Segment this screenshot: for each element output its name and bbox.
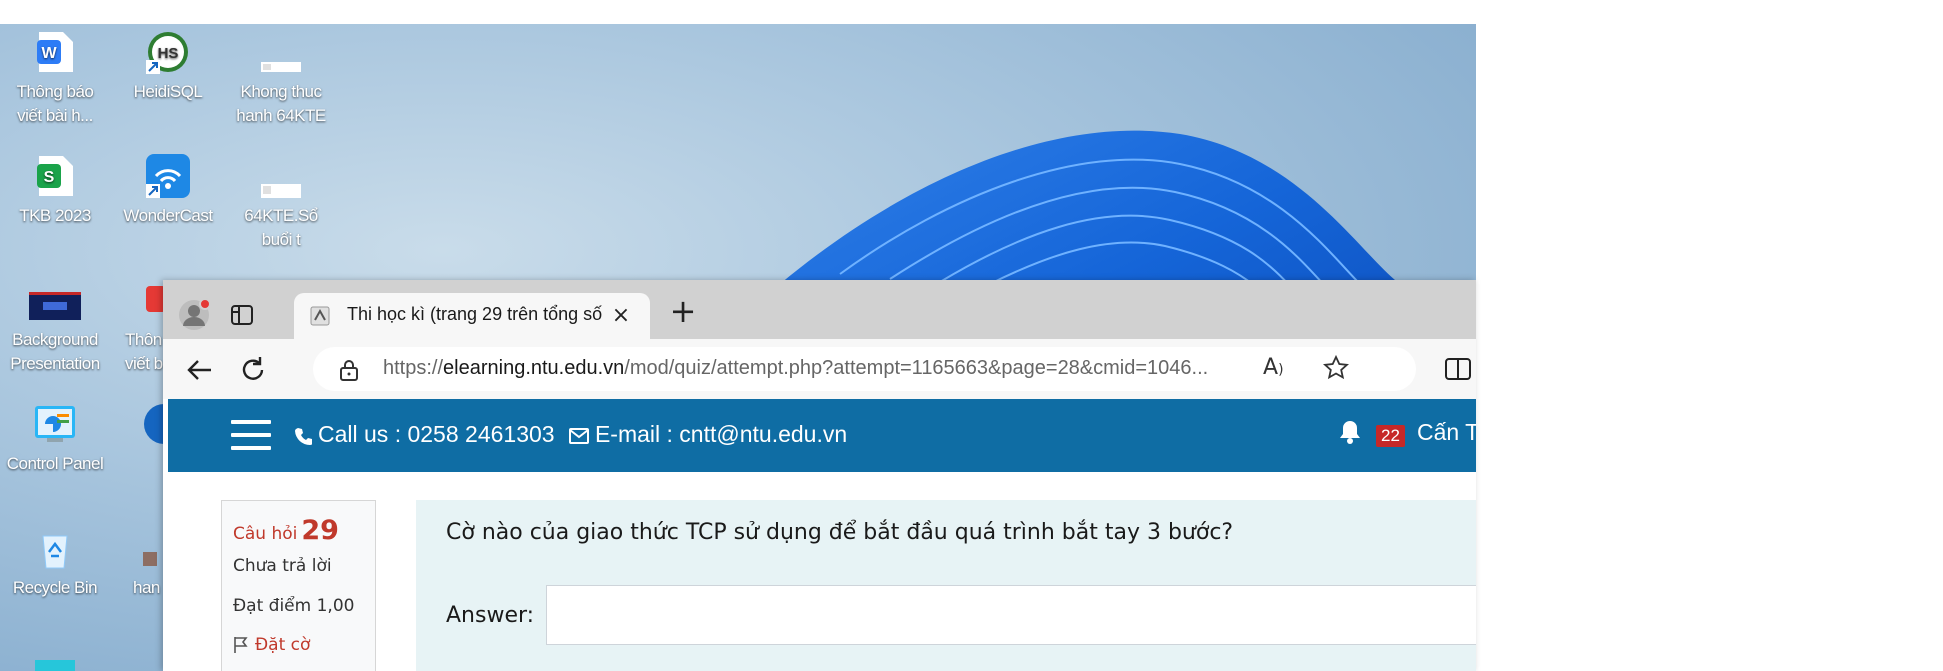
profile-avatar-icon [179, 298, 211, 330]
lock-icon [340, 360, 358, 381]
web-page: Call us : 0258 2461303 E-mail : cntt@ntu… [168, 399, 1476, 671]
phone-text: Call us : 0258 2461303 [318, 421, 555, 447]
url-text[interactable]: https://elearning.ntu.edu.vn/mod/quiz/at… [383, 357, 1283, 383]
desktop-icon-64kte[interactable]: 64KTE.Sổ buổi t [231, 148, 331, 252]
svg-text:S: S [44, 169, 55, 186]
desktop-icon-control-panel[interactable]: Control Panel [5, 396, 105, 476]
app-icon [141, 526, 165, 570]
heidisql-icon: HS [146, 30, 190, 74]
presentation-icon [29, 278, 81, 322]
document-icon [259, 30, 303, 74]
menu-icon[interactable] [231, 420, 271, 450]
question-grade: Đạt điểm 1,00 [233, 596, 355, 616]
email-text: E-mail : cntt@ntu.edu.vn [594, 421, 848, 447]
read-aloud-icon[interactable]: A) [1263, 355, 1284, 380]
desktop-icon-han[interactable]: han [125, 520, 165, 600]
question-text: Cờ nào của giao thức TCP sử dụng để bắt … [446, 520, 1234, 545]
address-bar[interactable]: https://elearning.ntu.edu.vn/mod/quiz/at… [313, 347, 1416, 391]
desktop-icon-recycle-bin[interactable]: Recycle Bin [5, 520, 105, 600]
question-number: 29 [301, 515, 339, 546]
favicon-icon [310, 306, 330, 326]
desktop-icon-background-presentation[interactable]: Background Presentation [5, 272, 105, 376]
desktop-icon-khong-thuc-hanh[interactable]: Khong thuc hanh 64KTE [231, 24, 331, 128]
app-icon [140, 402, 184, 446]
wps-writer-icon: W [33, 30, 77, 74]
browser-toolbar: https://elearning.ntu.edu.vn/mod/quiz/at… [163, 339, 1476, 399]
flag-question-link[interactable]: Đặt cờ [233, 635, 310, 655]
desktop-icon-thong-bao[interactable]: W Thông báo viết bài h... [5, 24, 105, 128]
control-panel-icon [33, 402, 77, 446]
desktop-icon-tkb-2023[interactable]: S TKB 2023 [5, 148, 105, 228]
phone-icon [295, 427, 312, 445]
back-button[interactable] [185, 355, 215, 385]
split-screen-icon [1445, 358, 1471, 380]
vertical-tabs-button[interactable] [229, 302, 255, 328]
question-number-label: Câu hỏi 29 [233, 515, 339, 546]
tab-actions-icon [231, 305, 253, 325]
refresh-button[interactable] [238, 355, 268, 385]
question-info-panel: Câu hỏi 29 Chưa trả lời Đạt điểm 1,00 Đặt… [221, 500, 376, 671]
envelope-icon [568, 427, 589, 444]
arrow-left-icon [187, 360, 211, 380]
tab-quiz[interactable]: Thi học kì (trang 29 trên tổng số × [294, 293, 650, 339]
contact-info: Call us : 0258 2461303 E-mail : cntt@ntu… [294, 421, 847, 448]
favorite-star-icon[interactable] [1323, 355, 1349, 381]
desktop-icon-bottom[interactable] [5, 644, 105, 671]
profile-button[interactable] [177, 298, 211, 332]
wondercast-icon [146, 154, 190, 198]
site-navbar: Call us : 0258 2461303 E-mail : cntt@ntu… [168, 399, 1476, 472]
document-icon [259, 154, 303, 198]
answer-input[interactable] [546, 585, 1476, 645]
bell-icon[interactable] [1338, 419, 1362, 445]
svg-text:W: W [41, 45, 57, 62]
desktop-icon-partial[interactable] [140, 396, 184, 452]
tab-strip: Thi học kì (trang 29 trên tổng số × + [163, 280, 1476, 339]
answer-label: Answer: [446, 603, 535, 628]
wps-spreadsheet-icon: S [33, 154, 77, 198]
question-content: Cờ nào của giao thức TCP sử dụng để bắt … [416, 500, 1476, 671]
tab-title: Thi học kì (trang 29 trên tổng số [347, 304, 602, 324]
desktop-icon-wondercast[interactable]: WonderCast [118, 148, 218, 228]
refresh-icon [242, 357, 264, 380]
desktop-icon-heidisql[interactable]: HS HeidiSQL [118, 24, 218, 104]
browser-window: Thi học kì (trang 29 trên tổng số × + ht… [163, 280, 1476, 671]
svg-text:HS: HS [158, 45, 179, 62]
notification-count-badge: 22 [1376, 425, 1405, 447]
question-state: Chưa trả lời [233, 556, 332, 576]
flag-icon [234, 637, 248, 653]
new-tab-button[interactable]: + [668, 295, 698, 327]
tab-close-icon[interactable]: × [611, 305, 631, 327]
split-screen-button[interactable] [1443, 354, 1473, 384]
user-name[interactable]: Cấn T [1417, 419, 1476, 446]
desktop-icon-thong-viet[interactable]: Thôn viết b [110, 272, 170, 376]
recycle-bin-icon [33, 526, 77, 570]
app-icon [33, 650, 77, 671]
